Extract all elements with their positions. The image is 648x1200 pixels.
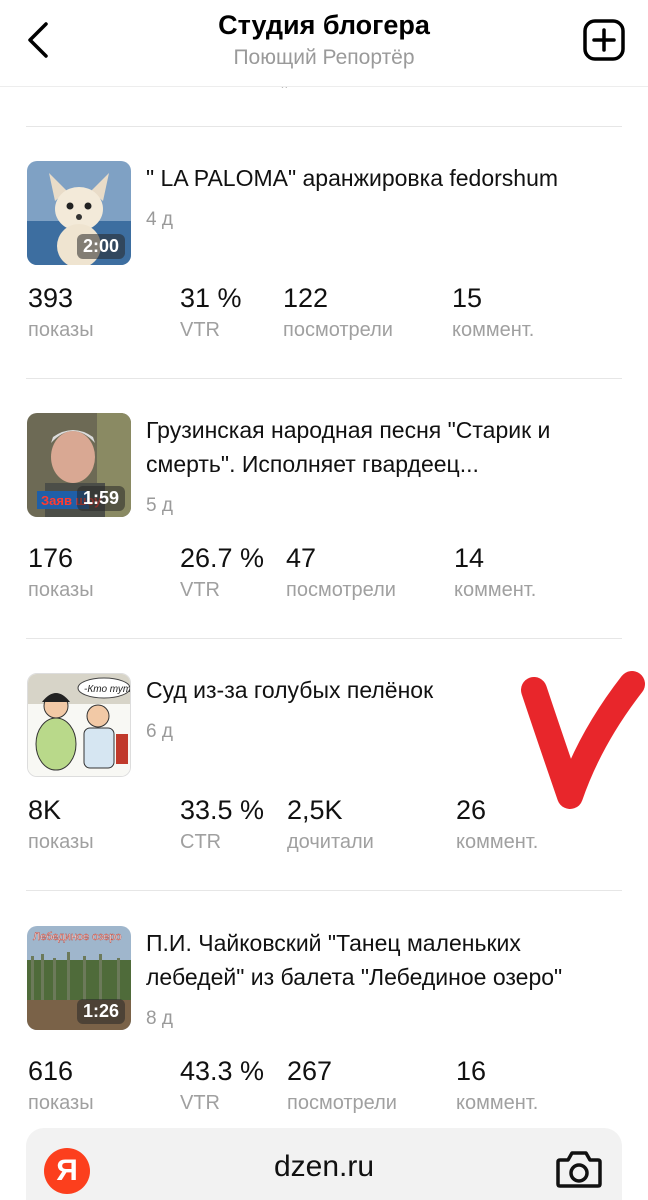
channel-name: Поющий Репортёр [233, 46, 415, 69]
stat-viewed-value: 122 [283, 283, 329, 313]
stat-read-label: дочитали [287, 831, 374, 853]
video-duration: 1:59 [76, 486, 125, 511]
stat-comments-label: коммент. [454, 579, 537, 601]
publication-age: 5 д [146, 495, 173, 516]
stat-impressions-label: показы [28, 579, 94, 601]
stat-comments-label: коммент. [456, 831, 539, 853]
page-title: Студия блогера [218, 10, 430, 40]
stat-comments-value: 14 [454, 543, 485, 573]
stat-viewed-label: посмотрели [283, 319, 393, 341]
stat-comments-value: 15 [452, 283, 483, 313]
app-header: Студия блогера Поющий Репортёр [0, 0, 648, 87]
stat-vtr-label: VTR [180, 579, 220, 601]
camera-icon [556, 1151, 602, 1188]
camera-button[interactable] [554, 1146, 604, 1192]
publication-card[interactable]: 2:00 " LA PALOMA" аранжировка fedorshum … [0, 161, 648, 401]
stat-ctr-label: CTR [180, 831, 222, 853]
stat-vtr-label: VTR [180, 1092, 220, 1114]
stat-viewed-label: посмотрели [286, 579, 396, 601]
thumbnail-caption: -Кто тут? [84, 684, 131, 695]
stat-comments-value: 26 [456, 795, 487, 825]
stat-vtr-value: 31 % [180, 283, 242, 313]
thumbnail-caption: Лебединое озеро [33, 931, 121, 943]
url-text[interactable]: dzen.ru [26, 1150, 622, 1184]
publication-age: 4 д [146, 209, 173, 230]
video-duration: 2:00 [76, 234, 125, 259]
stat-vtr-value: 26.7 % [180, 543, 265, 573]
article-thumbnail[interactable]: -Кто тут? [27, 673, 131, 777]
add-square-icon [583, 19, 625, 61]
stat-vtr-label: VTR [180, 319, 220, 341]
video-duration: 1:26 [76, 999, 125, 1024]
stat-comments-label: коммент. [456, 1092, 539, 1114]
stat-impressions-value: 8K [28, 795, 62, 825]
publication-age: 6 д [146, 721, 173, 742]
stat-impressions-label: показы [28, 319, 94, 341]
stat-vtr-value: 43.3 % [180, 1056, 265, 1086]
stat-viewed-label: посмотрели [287, 1092, 397, 1114]
stat-read-value: 2,5K [287, 795, 343, 825]
stat-ctr-value: 33.5 % [180, 795, 265, 825]
divider [26, 126, 622, 127]
checkmark-annotation-icon [521, 671, 645, 809]
video-thumbnail[interactable]: Лебединое озеро 1:26 [27, 926, 131, 1030]
publication-card[interactable]: Заяв шоу 1:59 Грузинская народная песня … [0, 413, 648, 653]
add-button[interactable] [580, 16, 628, 64]
publication-age: 8 д [146, 1008, 173, 1029]
video-thumbnail[interactable]: 2:00 [27, 161, 131, 265]
stat-impressions-value: 393 [28, 283, 74, 313]
stat-viewed-value: 47 [286, 543, 317, 573]
browser-address-bar: Я dzen.ru [26, 1128, 622, 1200]
stat-impressions-value: 176 [28, 543, 74, 573]
stat-impressions-label: показы [28, 831, 94, 853]
stat-impressions-value: 616 [28, 1056, 74, 1086]
publication-title[interactable]: " LA PALOMA" аранжировка fedorshum [146, 161, 616, 195]
publication-title[interactable]: П.И. Чайковский "Танец маленьких лебедей… [146, 926, 616, 994]
video-thumbnail[interactable]: Заяв шоу 1:59 [27, 413, 131, 517]
publication-title[interactable]: Грузинская народная песня "Старик и смер… [146, 413, 616, 481]
stat-comments-label: коммент. [452, 319, 535, 341]
stat-viewed-value: 267 [287, 1056, 333, 1086]
stat-comments-value: 16 [456, 1056, 487, 1086]
stat-impressions-label: показы [28, 1092, 94, 1114]
